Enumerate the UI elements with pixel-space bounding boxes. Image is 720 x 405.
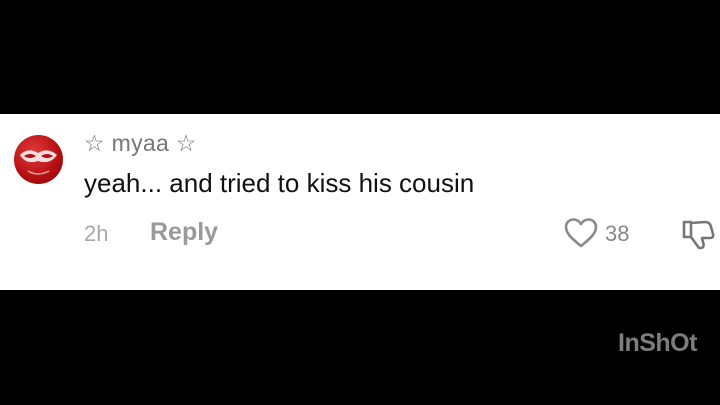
comment-username[interactable]: ☆ myaa ☆: [84, 130, 197, 157]
comment-text: yeah... and tried to kiss his cousin: [84, 168, 475, 198]
avatar-image: [20, 150, 57, 175]
dislike-button[interactable]: [680, 216, 716, 252]
like-count: 38: [605, 221, 630, 246]
heart-outline-icon: [564, 218, 598, 248]
reply-button[interactable]: Reply: [150, 218, 218, 247]
like-button[interactable]: [563, 215, 599, 251]
inshot-watermark: InShOt: [618, 329, 697, 357]
user-avatar[interactable]: [14, 135, 63, 184]
thumbs-down-icon: [682, 220, 715, 250]
video-frame: ☆ myaa ☆ yeah... and tried to kiss his c…: [0, 0, 720, 405]
comment-timestamp: 2h: [84, 221, 109, 246]
comment-card: ☆ myaa ☆ yeah... and tried to kiss his c…: [0, 114, 720, 290]
